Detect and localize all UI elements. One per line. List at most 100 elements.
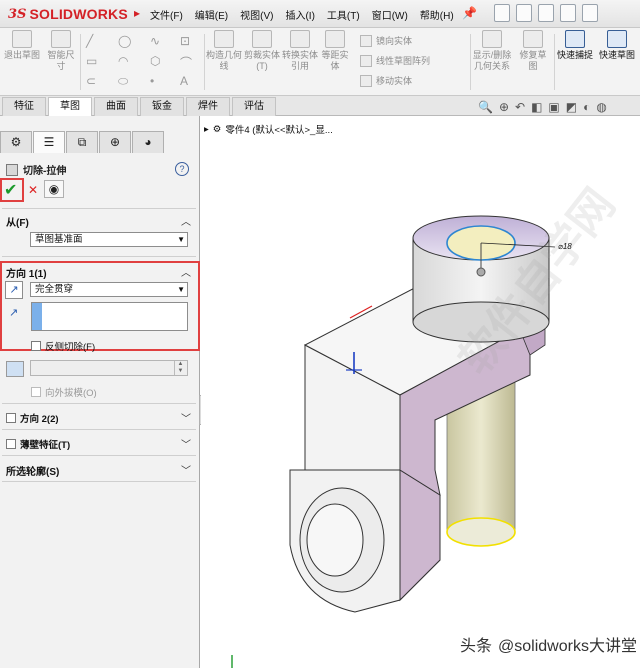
slot-tool-icon[interactable]: ⊂ — [86, 74, 96, 88]
direction1-section-label[interactable]: 方向 1(1) — [6, 265, 47, 280]
menu-view[interactable]: 视图(V) — [240, 7, 273, 22]
feature-manager-icon[interactable]: ⚙ — [0, 131, 32, 153]
tab-evaluate[interactable]: 评估 — [232, 97, 276, 116]
direction-arrow-head[interactable] — [476, 267, 486, 277]
dimxpert-icon[interactable]: ⊕ — [99, 131, 131, 153]
menu-edit[interactable]: 编辑(E) — [195, 7, 228, 22]
selected-contours-label[interactable]: 所选轮廓(S) — [6, 463, 59, 478]
from-start-condition-select[interactable]: 草图基准面 ▼ — [30, 232, 188, 247]
new-document-icon[interactable] — [494, 4, 510, 22]
part-icon: ⚙ — [212, 123, 222, 135]
pin-menu-icon[interactable]: 📌 — [462, 6, 477, 20]
tab-surfaces[interactable]: 曲面 — [94, 97, 138, 116]
move-label: 移动实体 — [376, 76, 413, 86]
menu-help[interactable]: 帮助(H) — [420, 7, 454, 22]
shaft-bottom-edge — [446, 517, 516, 547]
solidworks-logo[interactable]: 3S SOLIDWORKS ▸ — [8, 5, 140, 23]
linear-pattern-label: 线性草图阵列 — [376, 56, 431, 66]
open-document-icon[interactable] — [516, 4, 532, 22]
mirror-icon — [360, 34, 372, 47]
zoom-area-icon[interactable]: ⊕ — [499, 100, 509, 114]
configuration-manager-icon[interactable]: ⧉ — [66, 131, 98, 153]
section-divider — [2, 403, 196, 404]
undo-icon[interactable] — [582, 4, 598, 22]
construction-geometry-button[interactable]: 构造几何线 — [206, 30, 242, 72]
ellipse-tool-icon[interactable]: ⬭ — [118, 74, 128, 89]
exit-sketch-button[interactable]: 退出草图 — [4, 30, 40, 61]
flyout-feature-tree[interactable]: ▸ ⚙ 零件4 (默认<<默认>_显... — [204, 122, 333, 137]
property-manager-icon[interactable]: ☰ — [33, 131, 65, 153]
help-icon[interactable]: ? — [175, 162, 189, 176]
display-relations-button[interactable]: 显示/删除几何关系 — [472, 30, 512, 72]
smart-dimension-button[interactable]: 智能尺寸 — [44, 30, 78, 72]
convert-entities-button[interactable]: 转换实体引用 — [282, 30, 318, 72]
menu-file[interactable]: 文件(F) — [150, 7, 183, 22]
trim-entities-button[interactable]: 剪裁实体(T) — [244, 30, 280, 72]
ok-check-icon[interactable]: ✔ — [4, 180, 17, 200]
appearance-icon[interactable]: ◍ — [596, 100, 606, 114]
flip-side-to-cut-checkbox[interactable]: 反侧切除(F) — [31, 339, 95, 353]
tab-weldments[interactable]: 焊件 — [186, 97, 230, 116]
save-icon[interactable] — [538, 4, 554, 22]
expand-thin-feature-icon[interactable]: ﹀ — [181, 436, 191, 451]
linear-pattern-item[interactable]: 线性草图阵列 — [360, 54, 430, 67]
expand-selected-contours-icon[interactable]: ﹀ — [181, 462, 191, 477]
spline-tool-icon[interactable]: ∿ — [150, 34, 160, 48]
line-tool-icon[interactable]: ╱ — [86, 34, 93, 48]
tab-features[interactable]: 特征 — [2, 97, 46, 116]
cancel-x-icon[interactable]: ✕ — [28, 183, 38, 197]
collapse-from-icon[interactable]: ︿ — [181, 213, 191, 228]
boss-hole-inner — [306, 503, 364, 577]
direction-selection-box[interactable] — [31, 302, 188, 331]
rectangle-tool-icon[interactable]: ▭ — [86, 54, 97, 68]
sketch-fillet-icon[interactable]: ⌒ — [180, 54, 192, 71]
collapse-direction1-icon[interactable]: ︿ — [181, 264, 191, 279]
expand-tree-arrow-icon[interactable]: ▸ — [204, 124, 209, 135]
logo-expand-arrow-icon[interactable]: ▸ — [134, 6, 140, 20]
tab-sheet-metal[interactable]: 钣金 — [140, 97, 184, 116]
direction2-checkbox[interactable]: 方向 2(2) — [6, 411, 59, 425]
hide-show-icon[interactable]: ◐ — [583, 100, 590, 114]
draft-on-off-icon[interactable] — [6, 361, 24, 377]
draft-angle-input[interactable]: ▲ ▼ — [30, 360, 188, 376]
print-icon[interactable] — [560, 4, 576, 22]
text-tool-icon[interactable]: A — [180, 74, 188, 88]
arc-tool-icon[interactable]: ◠ — [118, 54, 128, 68]
point-tool-icon[interactable]: • — [150, 74, 154, 88]
menu-tools[interactable]: 工具(T) — [327, 7, 360, 22]
view-orientation-icon[interactable]: ▣ — [548, 100, 559, 114]
graphics-area[interactable]: 软件自学网 — [201, 116, 640, 668]
draft-outward-checkbox[interactable]: 向外拔模(O) — [31, 385, 97, 399]
quick-snaps-button[interactable]: 快速捕捉 — [556, 30, 594, 61]
solidworks-wordmark: SOLIDWORKS — [29, 6, 128, 22]
expand-direction2-icon[interactable]: ﹀ — [181, 410, 191, 425]
display-style-icon[interactable]: ◩ — [566, 100, 577, 114]
tab-sketch[interactable]: 草图 — [48, 97, 92, 117]
menu-window[interactable]: 窗口(W) — [372, 7, 408, 22]
dimension-tool-icon[interactable]: ⊡ — [180, 34, 190, 48]
circle-tool-icon[interactable]: ◯ — [118, 34, 131, 48]
checkbox-box — [6, 439, 16, 449]
draft-angle-spinner[interactable]: ▲ ▼ — [174, 361, 186, 375]
feature-title: 切除-拉伸 — [6, 162, 66, 177]
repair-sketch-button[interactable]: 修复草图 — [516, 30, 550, 72]
rapid-sketch-button[interactable]: 快速草图 — [598, 30, 636, 61]
move-entities-item[interactable]: 移动实体 — [360, 74, 412, 87]
diameter-dimension[interactable]: ⌀18 — [558, 242, 572, 251]
menu-insert[interactable]: 插入(I) — [285, 7, 314, 22]
end-condition-select[interactable]: 完全贯穿 ▼ — [30, 282, 188, 297]
ribbon-divider — [80, 34, 81, 90]
reverse-direction-icon[interactable]: ↗ — [5, 281, 23, 299]
offset-entities-button[interactable]: 等距实体 — [320, 30, 350, 72]
mirror-entities-item[interactable]: 镜向实体 — [360, 34, 412, 47]
thin-feature-checkbox[interactable]: 薄壁特征(T) — [6, 437, 70, 451]
display-manager-icon[interactable]: ◕ — [132, 131, 164, 153]
thin-feature-label: 薄壁特征(T) — [20, 440, 71, 451]
from-section-label[interactable]: 从(F) — [6, 214, 29, 229]
polygon-tool-icon[interactable]: ⬡ — [150, 54, 160, 68]
mirror-label: 镜向实体 — [376, 36, 413, 46]
detailed-preview-eye-icon[interactable]: ◉ — [44, 180, 64, 198]
previous-view-icon[interactable]: ↶ — [515, 100, 525, 114]
section-view-icon[interactable]: ◧ — [531, 100, 542, 114]
zoom-to-fit-icon[interactable]: 🔍 — [478, 100, 493, 114]
